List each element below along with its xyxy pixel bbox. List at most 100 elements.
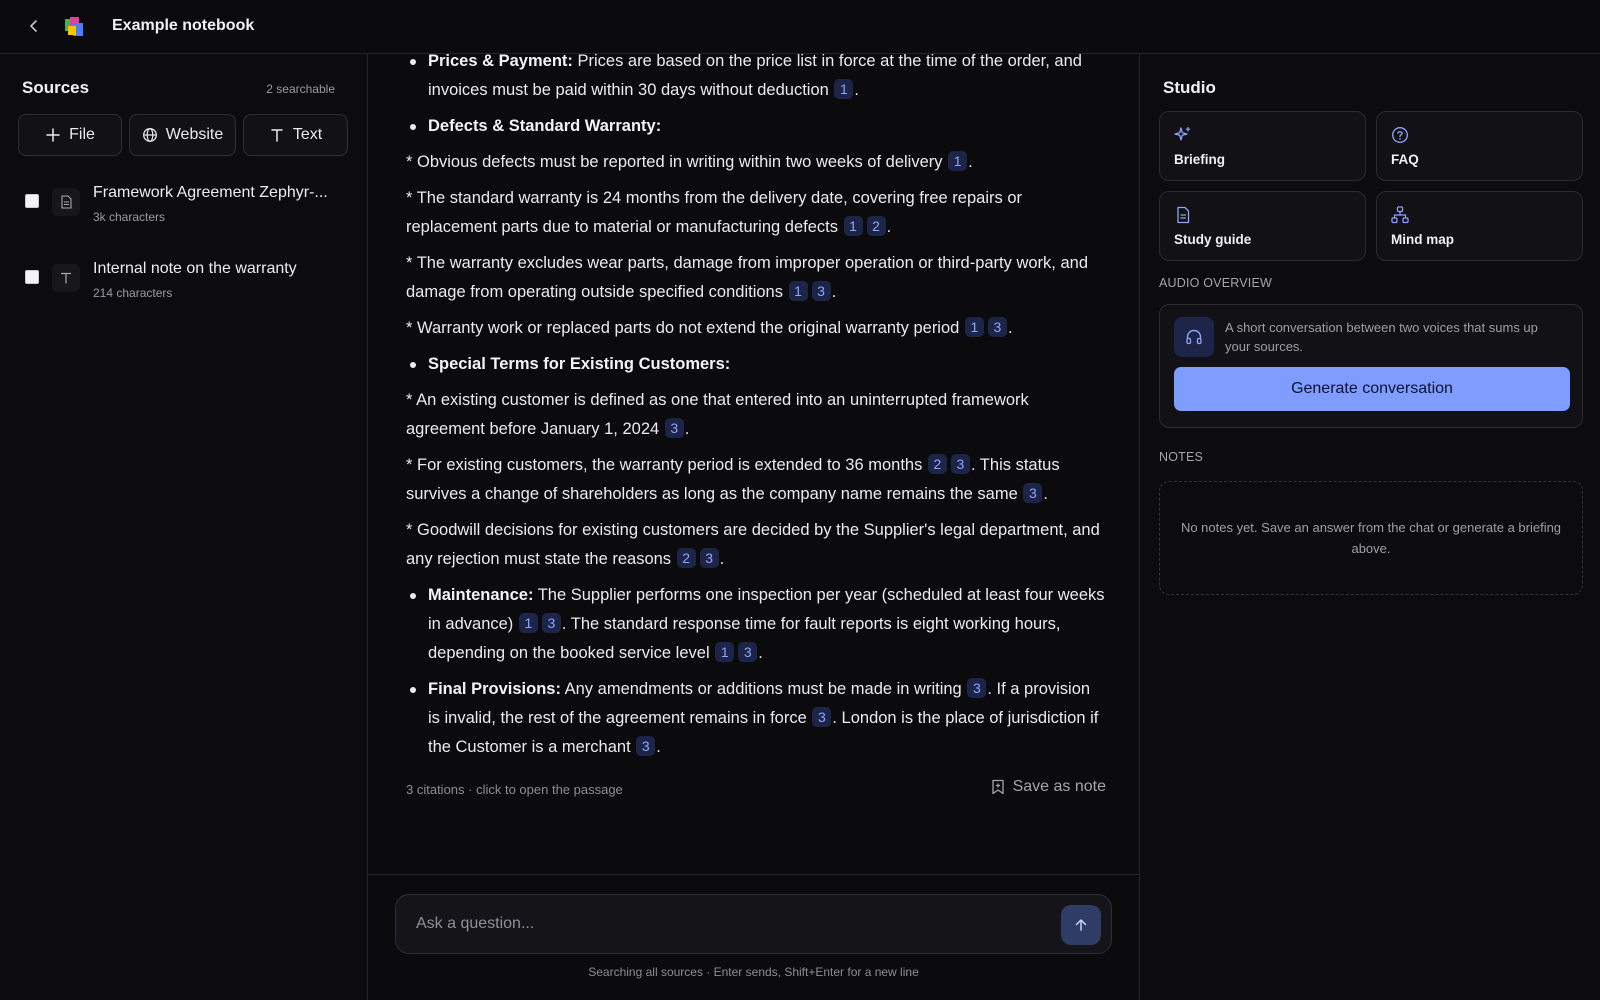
citation-chip[interactable]: 1 (948, 151, 968, 171)
item-text: * Warranty work or replaced parts do not… (406, 319, 960, 337)
add-file-button[interactable]: File (18, 114, 122, 156)
composer (395, 894, 1112, 954)
plus-icon (46, 128, 60, 142)
faq-card[interactable]: FAQ (1376, 111, 1583, 181)
document-icon (1177, 206, 1190, 224)
mindmap-icon (1391, 206, 1409, 224)
citation-chip[interactable]: 1 (843, 216, 863, 236)
chat-answer: Prices & Payment: Prices are based on th… (406, 52, 1106, 769)
source-item[interactable]: Framework Agreement Zephyr-... 3k charac… (0, 184, 368, 248)
punctuation: . (854, 81, 860, 99)
punctuation: . (656, 738, 661, 756)
item-heading: Special Terms for Existing Customers: (428, 355, 731, 373)
list-item: Defects & Standard Warranty: (406, 112, 1106, 141)
sources-panel: Sources 2 searchable File Website Text F… (0, 54, 368, 1000)
source-checkbox[interactable] (25, 270, 39, 284)
item-text: * Obvious defects must be reported in wr… (406, 153, 943, 171)
source-name[interactable]: Internal note on the warranty (93, 260, 297, 278)
question-input[interactable] (416, 905, 1016, 943)
punctuation: . (758, 644, 763, 662)
citation-chip[interactable]: 1 (834, 79, 854, 99)
citation-chip[interactable]: 3 (738, 642, 758, 662)
item-text: * Goodwill decisions for existing custom… (406, 521, 1100, 568)
add-text-button[interactable]: Text (243, 114, 348, 156)
back-button[interactable] (22, 14, 46, 38)
citation-chip[interactable]: 1 (518, 613, 538, 633)
question-icon (1392, 127, 1408, 143)
studio-panel: Studio Briefing FAQ Study guide Mind map… (1139, 54, 1600, 1000)
citation-chip[interactable]: 3 (950, 454, 970, 474)
citation-chip[interactable]: 1 (964, 317, 984, 337)
source-meta: 214 characters (93, 286, 173, 300)
list-item: Special Terms for Existing Customers: (406, 350, 1106, 379)
arrow-up-icon (1075, 919, 1087, 931)
paragraph: * The warranty excludes wear parts, dama… (406, 249, 1106, 307)
briefing-card[interactable]: Briefing (1159, 111, 1366, 181)
notebook-title: Example notebook (112, 17, 255, 34)
study-guide-label: Study guide (1174, 232, 1252, 247)
notebook-logo-icon (65, 17, 83, 36)
citation-chip[interactable]: 3 (699, 548, 719, 568)
paragraph: * Goodwill decisions for existing custom… (406, 516, 1106, 574)
document-icon (52, 188, 80, 216)
citation-chip[interactable]: 2 (866, 216, 886, 236)
audio-overview-label: AUDIO OVERVIEW (1159, 276, 1273, 290)
punctuation: . (1043, 485, 1048, 503)
briefing-label: Briefing (1174, 152, 1226, 167)
citation-chip[interactable]: 2 (927, 454, 947, 474)
text-icon (52, 264, 80, 292)
item-heading: Final Provisions: (428, 680, 561, 698)
citation-chip[interactable]: 3 (664, 418, 684, 438)
citation-chip[interactable]: 3 (541, 613, 561, 633)
add-website-button[interactable]: Website (129, 114, 236, 156)
study-guide-card[interactable]: Study guide (1159, 191, 1366, 261)
audio-overview-card: A short conversation between two voices … (1159, 304, 1583, 428)
searchable-count: 2 searchable (266, 82, 335, 96)
add-text-label: Text (292, 126, 323, 143)
audio-overview-description: A short conversation between two voices … (1225, 320, 1538, 354)
text-icon (271, 129, 283, 142)
citation-chip[interactable]: 3 (987, 317, 1007, 337)
paragraph: * An existing customer is defined as one… (406, 386, 1106, 444)
citation-chip[interactable]: 1 (715, 642, 735, 662)
item-heading: Defects & Standard Warranty: (428, 117, 662, 135)
source-name[interactable]: Framework Agreement Zephyr-... (93, 184, 328, 202)
citation-chip[interactable]: 1 (788, 281, 808, 301)
send-button[interactable] (1061, 905, 1101, 945)
citation-chip[interactable]: 3 (967, 678, 987, 698)
citation-chip[interactable]: 3 (636, 736, 656, 756)
chevron-left-icon (30, 20, 37, 32)
list-item: Maintenance: The Supplier performs one i… (406, 581, 1106, 668)
punctuation: . (1007, 319, 1013, 337)
mind-map-label: Mind map (1391, 232, 1454, 247)
chat-panel: Prices & Payment: Prices are based on th… (368, 52, 1139, 1000)
source-checkbox[interactable] (25, 194, 39, 208)
add-source-row: File Website Text (18, 114, 348, 156)
citation-chip[interactable]: 3 (1023, 483, 1043, 503)
save-as-note-button[interactable]: Save as note (991, 778, 1106, 796)
list-item: Final Provisions: Any amendments or addi… (406, 675, 1106, 762)
paragraph: * Obvious defects must be reported in wr… (406, 148, 1106, 177)
item-text: * The warranty excludes wear parts, dama… (406, 254, 1089, 301)
sparkle-icon (1174, 126, 1191, 141)
punctuation: . (684, 420, 690, 438)
composer-divider (368, 874, 1139, 875)
generate-conversation-button[interactable]: Generate conversation (1174, 367, 1570, 411)
citation-chip[interactable]: 3 (812, 707, 832, 727)
item-heading: Maintenance: (428, 586, 534, 604)
item-text: * For existing customers, the warranty p… (406, 456, 923, 474)
mind-map-card[interactable]: Mind map (1376, 191, 1583, 261)
source-item[interactable]: Internal note on the warranty 214 charac… (0, 260, 368, 324)
citations-note: 3 citations · click to open the passage (406, 782, 623, 797)
item-text: * The standard warranty is 24 months fro… (406, 189, 1022, 236)
bookmark-plus-icon (991, 779, 1004, 795)
citation-chip[interactable]: 3 (811, 281, 831, 301)
top-bar: Example notebook (0, 0, 1600, 54)
answer-footer: 3 citations · click to open the passage … (406, 778, 1106, 800)
paragraph: * For existing customers, the warranty p… (406, 451, 1106, 509)
citation-chip[interactable]: 2 (676, 548, 696, 568)
faq-label: FAQ (1391, 152, 1419, 167)
notes-label: NOTES (1159, 450, 1204, 464)
item-text: * An existing customer is defined as one… (406, 391, 1029, 438)
source-meta: 3k characters (93, 210, 166, 224)
